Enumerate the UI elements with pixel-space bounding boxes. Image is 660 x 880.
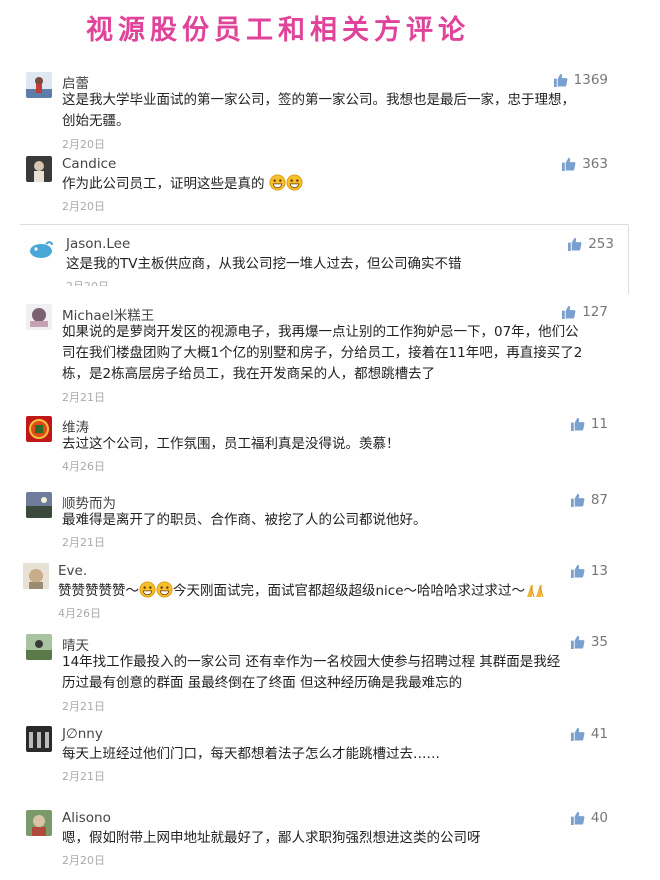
comment-date: 2月21日 [62,536,105,549]
comment-text: 每天上班经过他们门口，每天都想着法子怎么才能跳槽过去…… [62,744,618,765]
avatar[interactable] [26,72,52,98]
pray-hands-icon [525,581,547,605]
page-title: 视源股份员工和相关方评论 [86,15,470,46]
thumbs-up-icon [570,417,585,431]
comment-date: 2月21日 [62,700,105,713]
like-count: 41 [590,726,608,742]
thumbs-up-icon [562,157,576,171]
thumbs-up-icon [570,727,585,741]
avatar[interactable] [26,726,52,752]
like-button[interactable]: 253 [567,236,614,252]
comment-line: 司在我们楼盘团购了大概1个亿的别墅和房子，分给员工，接着在11年吧，再直接买了2 [62,345,583,361]
like-button[interactable]: 11 [570,416,608,432]
like-count: 40 [590,810,608,826]
comment-text: 作为此公司员工，证明这些是真的 [62,174,618,198]
comment-author[interactable]: Candice [62,156,116,172]
comment-date: 2月20日 [62,138,105,151]
comment-author[interactable]: Michael米糕王 [62,304,154,324]
like-count: 127 [582,304,608,320]
avatar[interactable] [26,810,52,836]
comment-text: 14年找工作最投入的一家公司 还有幸作为一名校园大使参与招聘过程 其群面是我经 … [62,652,618,694]
grin-emoji-icon [269,174,286,198]
comment-author[interactable]: 启蕾 [62,72,89,92]
like-count: 363 [582,156,608,172]
like-count: 1369 [573,72,608,88]
avatar[interactable] [26,416,52,442]
like-count: 13 [590,563,608,579]
avatar[interactable] [22,563,50,589]
comment-line: 创始无疆。 [62,113,130,129]
thumbs-up-icon [553,73,568,87]
comment-date: 4月26日 [58,607,101,620]
comment-line: 栋，是2栋高层房子给员工，我在开发商呆的人，都想跳槽去了 [62,366,436,382]
like-button[interactable]: 1369 [553,72,608,88]
comment-text: 如果说的是萝岗开发区的视源电子，我再爆一点让别的工作狗妒忌一下，07年，他们公 … [62,322,618,385]
avatar[interactable] [26,304,52,330]
comment-line: 嗯，假如附带上网申地址就最好了，鄙人求职狗强烈想进这类的公司呀 [62,830,481,846]
comment-text: 赞赞赞赞赞～ 今天刚面试完，面试官都超级超级nice～哈哈哈求过求过～ [58,581,614,605]
divider [20,224,629,225]
comment-text: 这是我大学毕业面试的第一家公司，签的第一家公司。我想也是最后一家，忠于理想， 创… [62,90,618,132]
comment-date: 2月21日 [62,391,105,404]
like-count: 35 [590,634,608,650]
comment-author[interactable]: Jason.Lee [66,236,130,252]
like-button[interactable]: 40 [570,810,608,826]
comment-line: 如果说的是萝岗开发区的视源电子，我再爆一点让别的工作狗妒忌一下，07年，他们公 [62,324,579,340]
like-button[interactable]: 35 [570,634,608,650]
comment-author[interactable]: Alisono [62,810,111,826]
comment-author[interactable]: 顺势而为 [62,492,116,512]
like-button[interactable]: 87 [570,492,608,508]
like-button[interactable]: 41 [570,726,608,742]
comment-author[interactable]: 晴天 [62,634,89,654]
like-count: 11 [590,416,608,432]
grin-emoji-icon [139,581,156,605]
avatar[interactable] [26,156,52,182]
comment-line: 作为此公司员工，证明这些是真的 [62,176,265,192]
comment-line: 去过这个公司，工作氛围，员工福利真是没得说。羡慕！ [62,436,400,452]
comment-date: 2月20日 [62,854,105,867]
comment-date: 2月20日 [62,200,105,213]
thumbs-up-icon [562,305,576,319]
comment-text: 嗯，假如附带上网申地址就最好了，鄙人求职狗强烈想进这类的公司呀 [62,828,618,849]
thumbs-up-icon [570,564,585,578]
comment-author[interactable]: Eve. [58,563,87,579]
comment-text: 去过这个公司，工作氛围，员工福利真是没得说。羡慕！ [62,434,618,455]
avatar[interactable] [28,236,54,262]
comment-text: 这是我的TV主板供应商，从我公司挖一堆人过去，但公司确实不错 [66,254,622,275]
comment-date: 2月20日 [66,278,109,286]
comment-date: 2月21日 [62,770,105,783]
grin-emoji-icon [286,174,303,198]
comment-line: 这是我大学毕业面试的第一家公司，签的第一家公司。我想也是最后一家，忠于理想， [62,92,575,108]
comment-line: 每天上班经过他们门口，每天都想着法子怎么才能跳槽过去…… [62,746,440,762]
comment-line: 今天刚面试完，面试官都超级超级nice～哈哈哈求过求过～ [173,583,526,599]
avatar[interactable] [26,634,52,660]
like-count: 253 [588,236,614,252]
divider [628,226,629,294]
thumbs-up-icon [568,237,582,251]
comment-line: 最难得是离开了的职员、合作商、被挖了人的公司都说他好。 [62,512,427,528]
thumbs-up-icon [570,493,585,507]
like-count: 87 [590,492,608,508]
avatar[interactable] [26,492,52,518]
thumbs-up-icon [570,811,585,825]
like-button[interactable]: 127 [561,304,608,320]
comment-text: 最难得是离开了的职员、合作商、被挖了人的公司都说他好。 [62,510,618,531]
like-button[interactable]: 13 [570,563,608,579]
comment-author[interactable]: J∅nny [62,726,103,742]
like-button[interactable]: 363 [561,156,608,172]
comment-line: 赞赞赞赞赞～ [58,583,139,599]
grin-emoji-icon [156,581,173,605]
comment-author[interactable]: 维涛 [62,416,89,436]
comment-line: 历过最有创意的群面 虽最终倒在了终面 但这种经历确是我最难忘的 [62,675,463,691]
comment-date: 4月26日 [62,460,105,473]
comment-line: 这是我的TV主板供应商，从我公司挖一堆人过去，但公司确实不错 [66,256,462,272]
thumbs-up-icon [570,635,585,649]
comment-line: 14年找工作最投入的一家公司 还有幸作为一名校园大使参与招聘过程 其群面是我经 [62,654,561,670]
